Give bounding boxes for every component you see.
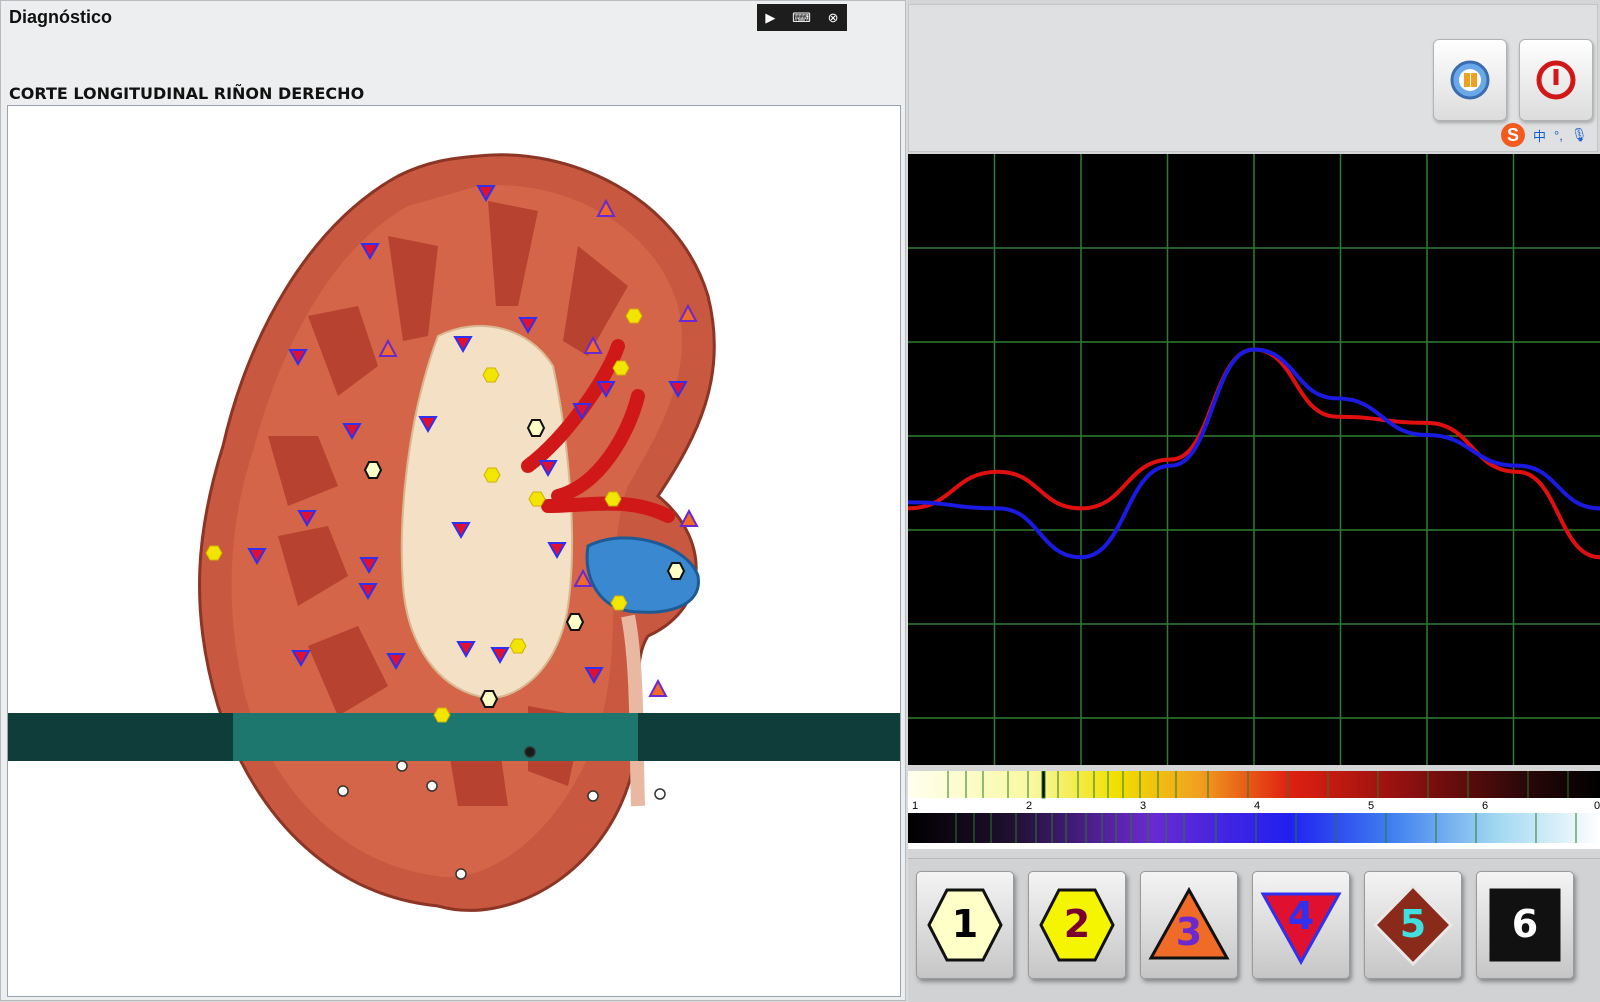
marker-yellow-hexagon	[433, 707, 451, 723]
marker-white-dot	[396, 760, 408, 772]
marker-white-dot	[587, 790, 599, 802]
marker-white-hexagon	[479, 690, 499, 708]
marker-yellow-hexagon	[604, 491, 622, 507]
marker-white-hexagon	[363, 461, 383, 479]
marker-yellow-hexagon	[612, 360, 630, 376]
marker-shape-buttons: 1 2 3 4 5 6	[908, 858, 1600, 1002]
marker-white-dot	[426, 780, 438, 792]
spectrum-bar-cool	[908, 813, 1600, 843]
close-icon[interactable]: ⊗	[828, 10, 839, 26]
spectrum-scale-label: 4	[1254, 800, 1260, 812]
marker-white-dot	[455, 868, 467, 880]
shape-button-4[interactable]: 4	[1252, 871, 1350, 979]
shape-button-5[interactable]: 5	[1364, 871, 1462, 979]
scan-band-highlight	[233, 713, 638, 761]
color-spectrum-scale: 1 2 3 4 5 6 0	[908, 770, 1600, 849]
spectrum-scale-label: 2	[1026, 800, 1032, 812]
marker-yellow-hexagon	[483, 467, 501, 483]
ime-toolbar[interactable]: S 中 °, 🎙	[1501, 123, 1587, 147]
marker-white-hexagon	[666, 562, 686, 580]
diagnostic-window: Diagnóstico ▶ ⌨ ⊗ CORTE LONGITUDINAL RIÑ…	[0, 0, 906, 1001]
power-icon	[1536, 60, 1576, 100]
marker-yellow-hexagon	[509, 638, 527, 654]
kidney-image-panel[interactable]	[7, 105, 901, 997]
marker-yellow-hexagon	[625, 308, 643, 324]
marker-white-hexagon	[565, 613, 585, 631]
signal-graph	[907, 154, 1600, 765]
shape-button-2[interactable]: 2	[1028, 871, 1126, 979]
shape-button-3[interactable]: 3	[1140, 871, 1238, 979]
marker-yellow-hexagon	[528, 491, 546, 507]
shape-button-label: 2	[1063, 902, 1091, 946]
shape-button-label: 1	[951, 902, 979, 946]
spectrum-scale-label: 1	[912, 800, 918, 812]
spectrum-scale-label: 3	[1140, 800, 1146, 812]
keyboard-icon[interactable]: ⌨	[792, 10, 811, 26]
spectrum-scale-label: 5	[1368, 800, 1374, 812]
power-button[interactable]	[1519, 39, 1593, 121]
marker-dark-dot	[524, 746, 536, 758]
sound-button[interactable]	[1433, 39, 1507, 121]
marker-yellow-hexagon	[482, 367, 500, 383]
marker-white-hexagon	[526, 419, 546, 437]
shape-button-label: 5	[1399, 902, 1427, 946]
window-title: Diagnóstico	[9, 7, 113, 27]
sound-icon	[1450, 60, 1490, 100]
microphone-icon[interactable]: 🎙	[1571, 127, 1588, 143]
ime-language[interactable]: 中	[1533, 126, 1546, 145]
section-title: CORTE LONGITUDINAL RIÑON DERECHO	[9, 84, 365, 103]
pointer-icon[interactable]: ▶	[765, 10, 775, 26]
spectrum-bar-warm	[908, 771, 1600, 798]
spectrum-marker	[1041, 770, 1046, 799]
marker-yellow-hexagon	[610, 595, 628, 611]
window-controls: ▶ ⌨ ⊗	[757, 4, 847, 31]
shape-button-label: 4	[1287, 894, 1315, 938]
shape-button-1[interactable]: 1	[916, 871, 1014, 979]
marker-triangle-up	[679, 508, 699, 527]
marker-white-dot	[337, 785, 349, 797]
spectrum-scale-label: 0	[1594, 800, 1600, 812]
spectrum-scale-labels: 1 2 3 4 5 6 0	[912, 800, 1600, 812]
marker-triangle-up	[648, 678, 668, 697]
ime-punctuation[interactable]: °,	[1554, 128, 1563, 143]
marker-white-dot	[654, 788, 666, 800]
spectrum-scale-label: 6	[1482, 800, 1488, 812]
shape-button-6[interactable]: 6	[1476, 871, 1574, 979]
shape-button-label: 3	[1175, 910, 1203, 954]
analysis-panel: S 中 °, 🎙 1 2 3 4 5 6 0 1 2 3 4 5 6	[907, 0, 1600, 1002]
shape-button-label: 6	[1511, 902, 1539, 946]
ime-logo: S	[1501, 123, 1525, 147]
marker-yellow-hexagon	[205, 545, 223, 561]
top-toolbar: S 中 °, 🎙	[908, 4, 1598, 152]
